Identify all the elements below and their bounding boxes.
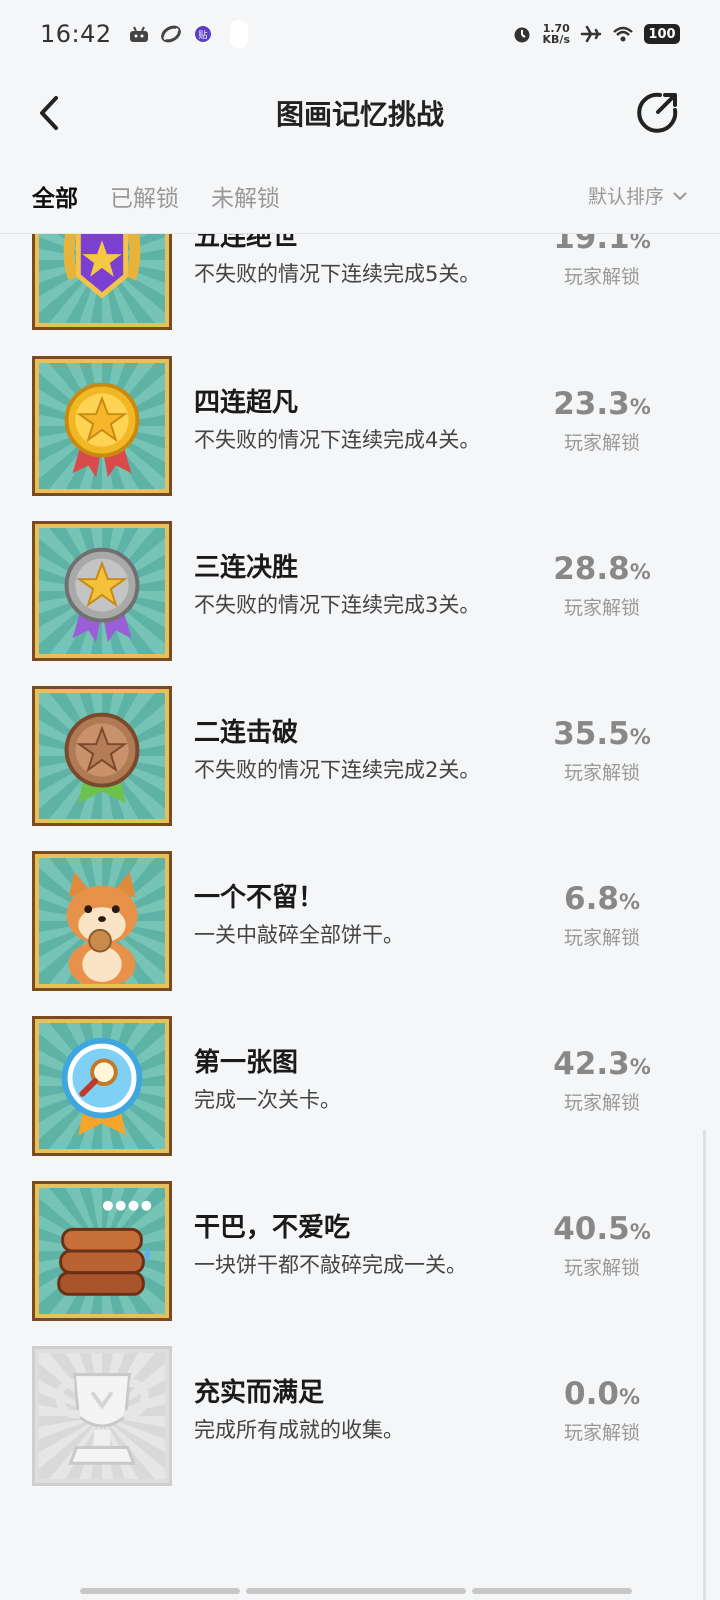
share-button[interactable] [636,90,680,134]
sort-label: 默认排序 [587,186,664,208]
percent-unit: % [629,1055,651,1079]
unlock-percent: 40.5 [553,1211,630,1247]
unlock-percent: 6.8 [564,881,619,917]
unlock-percent: 28.8 [553,551,630,587]
battery-icon: 100 [644,24,680,44]
alarm-icon [511,24,533,44]
sort-dropdown[interactable]: 默认排序 [588,182,688,209]
back-button[interactable] [30,88,70,138]
link-icon [160,24,182,44]
android-icon [128,24,150,44]
wifi-icon [612,24,634,44]
achievement-desc: 不失败的情况下连续完成4关。 [194,428,481,452]
unlock-rate: 28.8% 玩家解锁 [532,551,672,620]
achievement-list: 五连绝世 不失败的情况下连续完成5关。 19.1% 玩家解锁 四连超凡 不失败的… [0,234,720,1534]
achievement-title: 二连击破 [194,718,299,748]
tab-locked[interactable]: 未解锁 [211,179,280,213]
tab-unlocked[interactable]: 已解锁 [110,179,179,213]
achievement-item[interactable]: 二连击破 不失败的情况下连续完成2关。 35.5% 玩家解锁 [32,686,688,826]
unlock-percent: 19.1 [553,234,630,256]
unlock-percent: 0.0 [564,1376,619,1412]
status-bar: 16:42 贴 1.70 KB/s 100 [0,0,720,68]
airplane-icon [580,24,602,44]
achievement-title: 充实而满足 [194,1378,325,1408]
unlock-percent: 35.5 [553,716,630,752]
unlock-label: 玩家解锁 [563,432,640,454]
percent-unit: % [618,1385,640,1409]
achievement-item[interactable]: 一个不留！ 一关中敲碎全部饼干。 6.8% 玩家解锁 [32,851,688,991]
achievement-item[interactable]: 第一张图 完成一次关卡。 42.3% 玩家解锁 [32,1016,688,1156]
achievement-title: 第一张图 [194,1048,299,1078]
unlock-label: 玩家解锁 [563,1422,640,1444]
unlock-rate: 40.5% 玩家解锁 [532,1211,672,1280]
unlock-rate: 42.3% 玩家解锁 [532,1046,672,1115]
achievement-title: 四连超凡 [194,388,299,418]
share-icon [637,92,678,133]
unlock-percent: 23.3 [553,386,630,422]
achievement-desc: 一关中敲碎全部饼干。 [194,923,404,947]
tab-all[interactable]: 全部 [32,179,78,213]
percent-unit: % [629,725,651,749]
achievement-title: 五连绝世 [194,234,299,252]
unlock-rate: 35.5% 玩家解锁 [532,716,672,785]
home-indicator [80,1588,632,1594]
status-pill [229,20,248,48]
achievement-desc: 完成所有成就的收集。 [194,1418,404,1442]
achievement-title: 一个不留！ [194,883,325,913]
unlock-percent: 42.3 [553,1046,630,1082]
scrollbar[interactable] [703,1130,706,1600]
achievement-desc: 不失败的情况下连续完成5关。 [194,262,481,286]
unlock-rate: 6.8% 玩家解锁 [532,881,672,950]
svg-text:贴: 贴 [198,29,207,41]
indicator-segment [80,1588,240,1594]
silver-medal-icon [32,521,172,661]
percent-unit: % [629,395,651,419]
achievement-desc: 一块饼干都不敲碎完成一关。 [194,1253,467,1277]
unlock-label: 玩家解锁 [563,927,640,949]
percent-unit: % [629,1220,651,1244]
filter-tabs: 全部 已解锁 未解锁 默认排序 [0,158,720,234]
chevron-left-icon [40,96,58,130]
unlock-rate: 0.0% 玩家解锁 [532,1376,672,1445]
achievement-item[interactable]: 充实而满足 完成所有成就的收集。 0.0% 玩家解锁 [32,1346,688,1486]
page-title: 图画记忆挑战 [275,98,444,131]
trophy-icon [32,1346,172,1486]
battery-level: 100 [648,26,676,42]
chevron-down-icon [673,191,687,200]
percent-unit: % [618,890,640,914]
cookie-stack-icon [32,1181,172,1321]
achievement-item[interactable]: 四连超凡 不失败的情况下连续完成4关。 23.3% 玩家解锁 [32,356,688,496]
unlock-label: 玩家解锁 [563,597,640,619]
achievement-desc: 完成一次关卡。 [194,1088,341,1112]
unlock-label: 玩家解锁 [563,1257,640,1279]
achievement-item[interactable]: 干巴，不爱吃 一块饼干都不敲碎完成一关。 40.5% 玩家解锁 [32,1181,688,1321]
speed-unit: KB/s [542,33,570,46]
shiba-dog-icon [32,851,172,991]
network-speed: 1.70 KB/s [543,23,570,45]
achievement-title: 三连决胜 [194,553,299,583]
app-header: 图画记忆挑战 [0,68,720,158]
purple-gold-shield-icon [32,234,172,330]
achievement-desc: 不失败的情况下连续完成3关。 [194,593,481,617]
indicator-segment [246,1588,466,1594]
percent-unit: % [629,234,651,253]
percent-unit: % [629,560,651,584]
achievement-item[interactable]: 五连绝世 不失败的情况下连续完成5关。 19.1% 玩家解锁 [32,234,688,330]
unlock-label: 玩家解锁 [563,762,640,784]
unlock-label: 玩家解锁 [563,266,640,288]
unlock-rate: 19.1% 玩家解锁 [532,234,672,289]
unlock-rate: 23.3% 玩家解锁 [532,386,672,455]
app-badge-icon: 贴 [192,24,214,44]
status-time: 16:42 [40,20,112,48]
indicator-segment [472,1588,632,1594]
gold-medal-icon [32,356,172,496]
achievement-item[interactable]: 三连决胜 不失败的情况下连续完成3关。 28.8% 玩家解锁 [32,521,688,661]
achievement-desc: 不失败的情况下连续完成2关。 [194,758,481,782]
unlock-label: 玩家解锁 [563,1092,640,1114]
magnifier-medal-icon [32,1016,172,1156]
bronze-medal-icon [32,686,172,826]
achievement-title: 干巴，不爱吃 [194,1213,351,1243]
